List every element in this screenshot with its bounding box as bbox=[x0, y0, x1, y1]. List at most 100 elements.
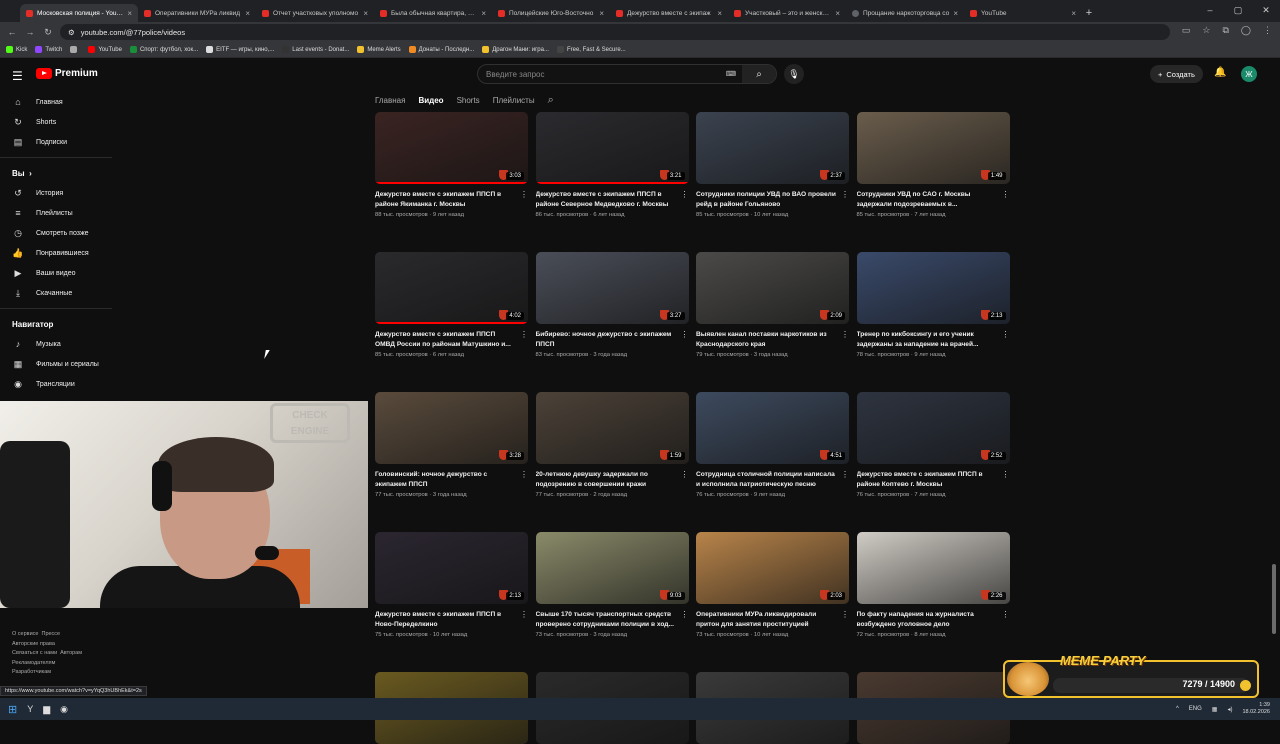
video-thumbnail[interactable]: 9:03 bbox=[535, 532, 689, 604]
video-thumbnail[interactable]: 2:52 bbox=[856, 392, 1010, 464]
avatar[interactable]: Ж bbox=[1241, 66, 1257, 82]
video-thumbnail[interactable]: 1:49 bbox=[856, 112, 1010, 184]
video-title[interactable]: Сотрудники УВД по САО г. Москвы задержал… bbox=[857, 190, 1010, 209]
tray-chevron-icon[interactable]: ^ bbox=[1176, 706, 1179, 712]
video-more-icon[interactable]: ⋮ bbox=[1002, 610, 1010, 619]
video-more-icon[interactable]: ⋮ bbox=[841, 330, 849, 339]
video-more-icon[interactable]: ⋮ bbox=[1002, 330, 1010, 339]
video-title[interactable]: Свыше 170 тысяч транспортных средств про… bbox=[536, 610, 689, 629]
back-icon[interactable]: ← bbox=[6, 27, 18, 37]
windows-start-icon[interactable]: ⊞ bbox=[8, 703, 17, 716]
video-card[interactable]: 4:51 Сотрудница столичной полиции написал… bbox=[696, 392, 849, 498]
browser-tab[interactable]: Оперативники МУРа ликвид × bbox=[138, 4, 256, 22]
video-title[interactable]: 20-летнюю девушку задержали по подозрени… bbox=[536, 470, 689, 489]
tab-close-icon[interactable]: × bbox=[953, 9, 958, 18]
sidebar-item[interactable]: ▶ Ваши видео bbox=[0, 263, 120, 283]
video-more-icon[interactable]: ⋮ bbox=[681, 330, 689, 339]
sidebar-item[interactable]: ↺ История bbox=[0, 183, 120, 203]
video-card[interactable]: 3:28 Головинский: ночное дежурство с экип… bbox=[375, 392, 528, 498]
sidebar-you-heading[interactable]: Вы › bbox=[0, 163, 120, 183]
keyboard-icon[interactable]: ⌨ bbox=[726, 70, 736, 78]
footer-link[interactable]: Разработчикам bbox=[12, 669, 51, 675]
browser-tab[interactable]: Была обычная квартира, а ст × bbox=[374, 4, 492, 22]
video-thumbnail[interactable]: 2:26 bbox=[856, 532, 1010, 604]
video-thumbnail[interactable]: 2:03 bbox=[696, 532, 849, 604]
video-title[interactable]: Бибирево: ночное дежурство с экипажем ПП… bbox=[536, 330, 689, 349]
menu-icon[interactable]: ⋮ bbox=[1263, 25, 1272, 36]
cast-icon[interactable]: ▭ bbox=[1182, 25, 1191, 36]
video-thumbnail[interactable]: 2:13 bbox=[856, 252, 1010, 324]
profile-icon[interactable]: ◯ bbox=[1241, 25, 1251, 36]
bookmark-item[interactable]: Meme Alerts bbox=[357, 46, 401, 53]
youtube-logo[interactable]: Premium bbox=[36, 68, 98, 79]
yandex-browser-icon[interactable]: Y bbox=[27, 704, 33, 714]
tab-close-icon[interactable]: × bbox=[127, 9, 132, 18]
voice-search-button[interactable]: 🎙 bbox=[784, 64, 804, 84]
channel-tab[interactable]: Видео bbox=[418, 96, 443, 105]
browser-tab[interactable]: Отчет участковых уполномо × bbox=[256, 4, 374, 22]
video-more-icon[interactable]: ⋮ bbox=[520, 330, 528, 339]
footer-link[interactable]: Авторам bbox=[60, 650, 82, 656]
video-title[interactable]: Сотрудники полиции УВД по ВАО провели ре… bbox=[696, 190, 849, 209]
video-card[interactable]: 9:03 Свыше 170 тысяч транспортных средств… bbox=[535, 532, 689, 638]
sidebar-item[interactable]: ⌂ Главная bbox=[0, 92, 120, 112]
bookmark-item[interactable]: Драгон Мани: игра... bbox=[482, 46, 549, 53]
footer-link[interactable]: Прессе bbox=[41, 631, 60, 637]
channel-tab[interactable]: Главная bbox=[375, 96, 405, 105]
tab-close-icon[interactable]: × bbox=[599, 9, 604, 18]
video-card[interactable]: 2:13 Тренер по кикбоксингу и его ученик з… bbox=[856, 252, 1010, 358]
bookmark-item[interactable]: Донаты - Последн... bbox=[408, 46, 474, 53]
video-card[interactable]: 1:59 20-летнюю девушку задержали по подоз… bbox=[535, 392, 689, 498]
video-title[interactable]: Оперативники МУРа ликвидировали притон д… bbox=[696, 610, 849, 629]
video-title[interactable]: Выявлен канал поставки наркотиков из Кра… bbox=[696, 330, 849, 349]
hamburger-menu-icon[interactable]: ☰ bbox=[12, 69, 23, 83]
video-thumbnail[interactable]: 3:28 bbox=[375, 392, 528, 464]
tab-close-icon[interactable]: × bbox=[363, 9, 368, 18]
browser-tab[interactable]: Прощание наркоторговца со × bbox=[846, 4, 964, 22]
video-more-icon[interactable]: ⋮ bbox=[681, 190, 689, 199]
video-title[interactable]: По факту нападения на журналиста возбужд… bbox=[857, 610, 1010, 629]
video-thumbnail[interactable]: 1:59 bbox=[535, 392, 689, 464]
chrome-icon[interactable]: ◉ bbox=[60, 704, 68, 715]
bookmark-item[interactable]: Twitch bbox=[35, 46, 62, 53]
footer-link[interactable]: О сервисе bbox=[12, 631, 38, 637]
sidebar-item[interactable]: ⤓ Скачанные bbox=[0, 283, 120, 303]
video-thumbnail[interactable]: 3:27 bbox=[535, 252, 689, 324]
keyboard-language[interactable]: ENG bbox=[1189, 706, 1202, 712]
channel-tab[interactable]: Shorts bbox=[457, 96, 480, 105]
video-title[interactable]: Тренер по кикбоксингу и его ученик задер… bbox=[857, 330, 1010, 349]
footer-link[interactable]: Рекламодателям bbox=[12, 660, 55, 666]
volume-icon[interactable]: ◂) bbox=[1227, 706, 1232, 713]
tab-close-icon[interactable]: × bbox=[245, 9, 250, 18]
video-more-icon[interactable]: ⋮ bbox=[520, 610, 528, 619]
notifications-bell-icon[interactable]: 🔔 bbox=[1214, 67, 1226, 78]
search-input[interactable]: Введите запрос ⌨ ⌕ bbox=[477, 64, 777, 84]
bookmark-item[interactable]: Kick bbox=[6, 46, 27, 53]
video-thumbnail[interactable]: 4:51 bbox=[696, 392, 849, 464]
video-title[interactable]: Дежурство вместе с экипажем ППСП в Ново-… bbox=[375, 610, 528, 629]
forward-icon[interactable]: → bbox=[24, 27, 36, 37]
video-card[interactable]: 2:09 Выявлен канал поставки наркотиков из… bbox=[696, 252, 849, 358]
minimize-icon[interactable]: – bbox=[1196, 0, 1224, 20]
url-field[interactable]: ⚙ youtube.com/@77police/videos bbox=[60, 24, 1170, 40]
video-card[interactable]: 4:02 Дежурство вместе с экипажем ППСП ОМВ… bbox=[375, 252, 528, 358]
extensions-icon[interactable]: ⧉ bbox=[1222, 25, 1228, 36]
video-title[interactable]: Сотрудница столичной полиции написала и … bbox=[696, 470, 849, 489]
clock[interactable]: 1:39 18.02.2026 bbox=[1242, 702, 1270, 716]
bookmark-item[interactable]: YouTube bbox=[88, 46, 122, 53]
browser-tab[interactable]: Московская полиция - YouTube × bbox=[20, 4, 138, 22]
browser-tab[interactable]: Полицейские Юго-Восточно × bbox=[492, 4, 610, 22]
tab-close-icon[interactable]: × bbox=[481, 9, 486, 18]
file-explorer-icon[interactable]: ▆ bbox=[43, 704, 50, 715]
tab-close-icon[interactable]: × bbox=[717, 9, 722, 18]
site-info-icon[interactable]: ⚙ bbox=[68, 28, 75, 37]
video-title[interactable]: Дежурство вместе с экипажем ППСП в район… bbox=[375, 190, 528, 209]
video-title[interactable]: Дежурство вместе с экипажем ППСП ОМВД Ро… bbox=[375, 330, 528, 349]
bookmark-item[interactable]: Free, Fast & Secure... bbox=[556, 46, 626, 53]
footer-link[interactable]: Авторские права bbox=[12, 641, 55, 647]
video-card[interactable]: 3:27 Бибирево: ночное дежурство с экипаже… bbox=[535, 252, 689, 358]
video-card[interactable]: 3:21 Дежурство вместе с экипажем ППСП в р… bbox=[535, 112, 689, 218]
video-more-icon[interactable]: ⋮ bbox=[1002, 190, 1010, 199]
video-card[interactable]: 2:13 Дежурство вместе с экипажем ППСП в Н… bbox=[375, 532, 528, 638]
video-more-icon[interactable]: ⋮ bbox=[841, 610, 849, 619]
